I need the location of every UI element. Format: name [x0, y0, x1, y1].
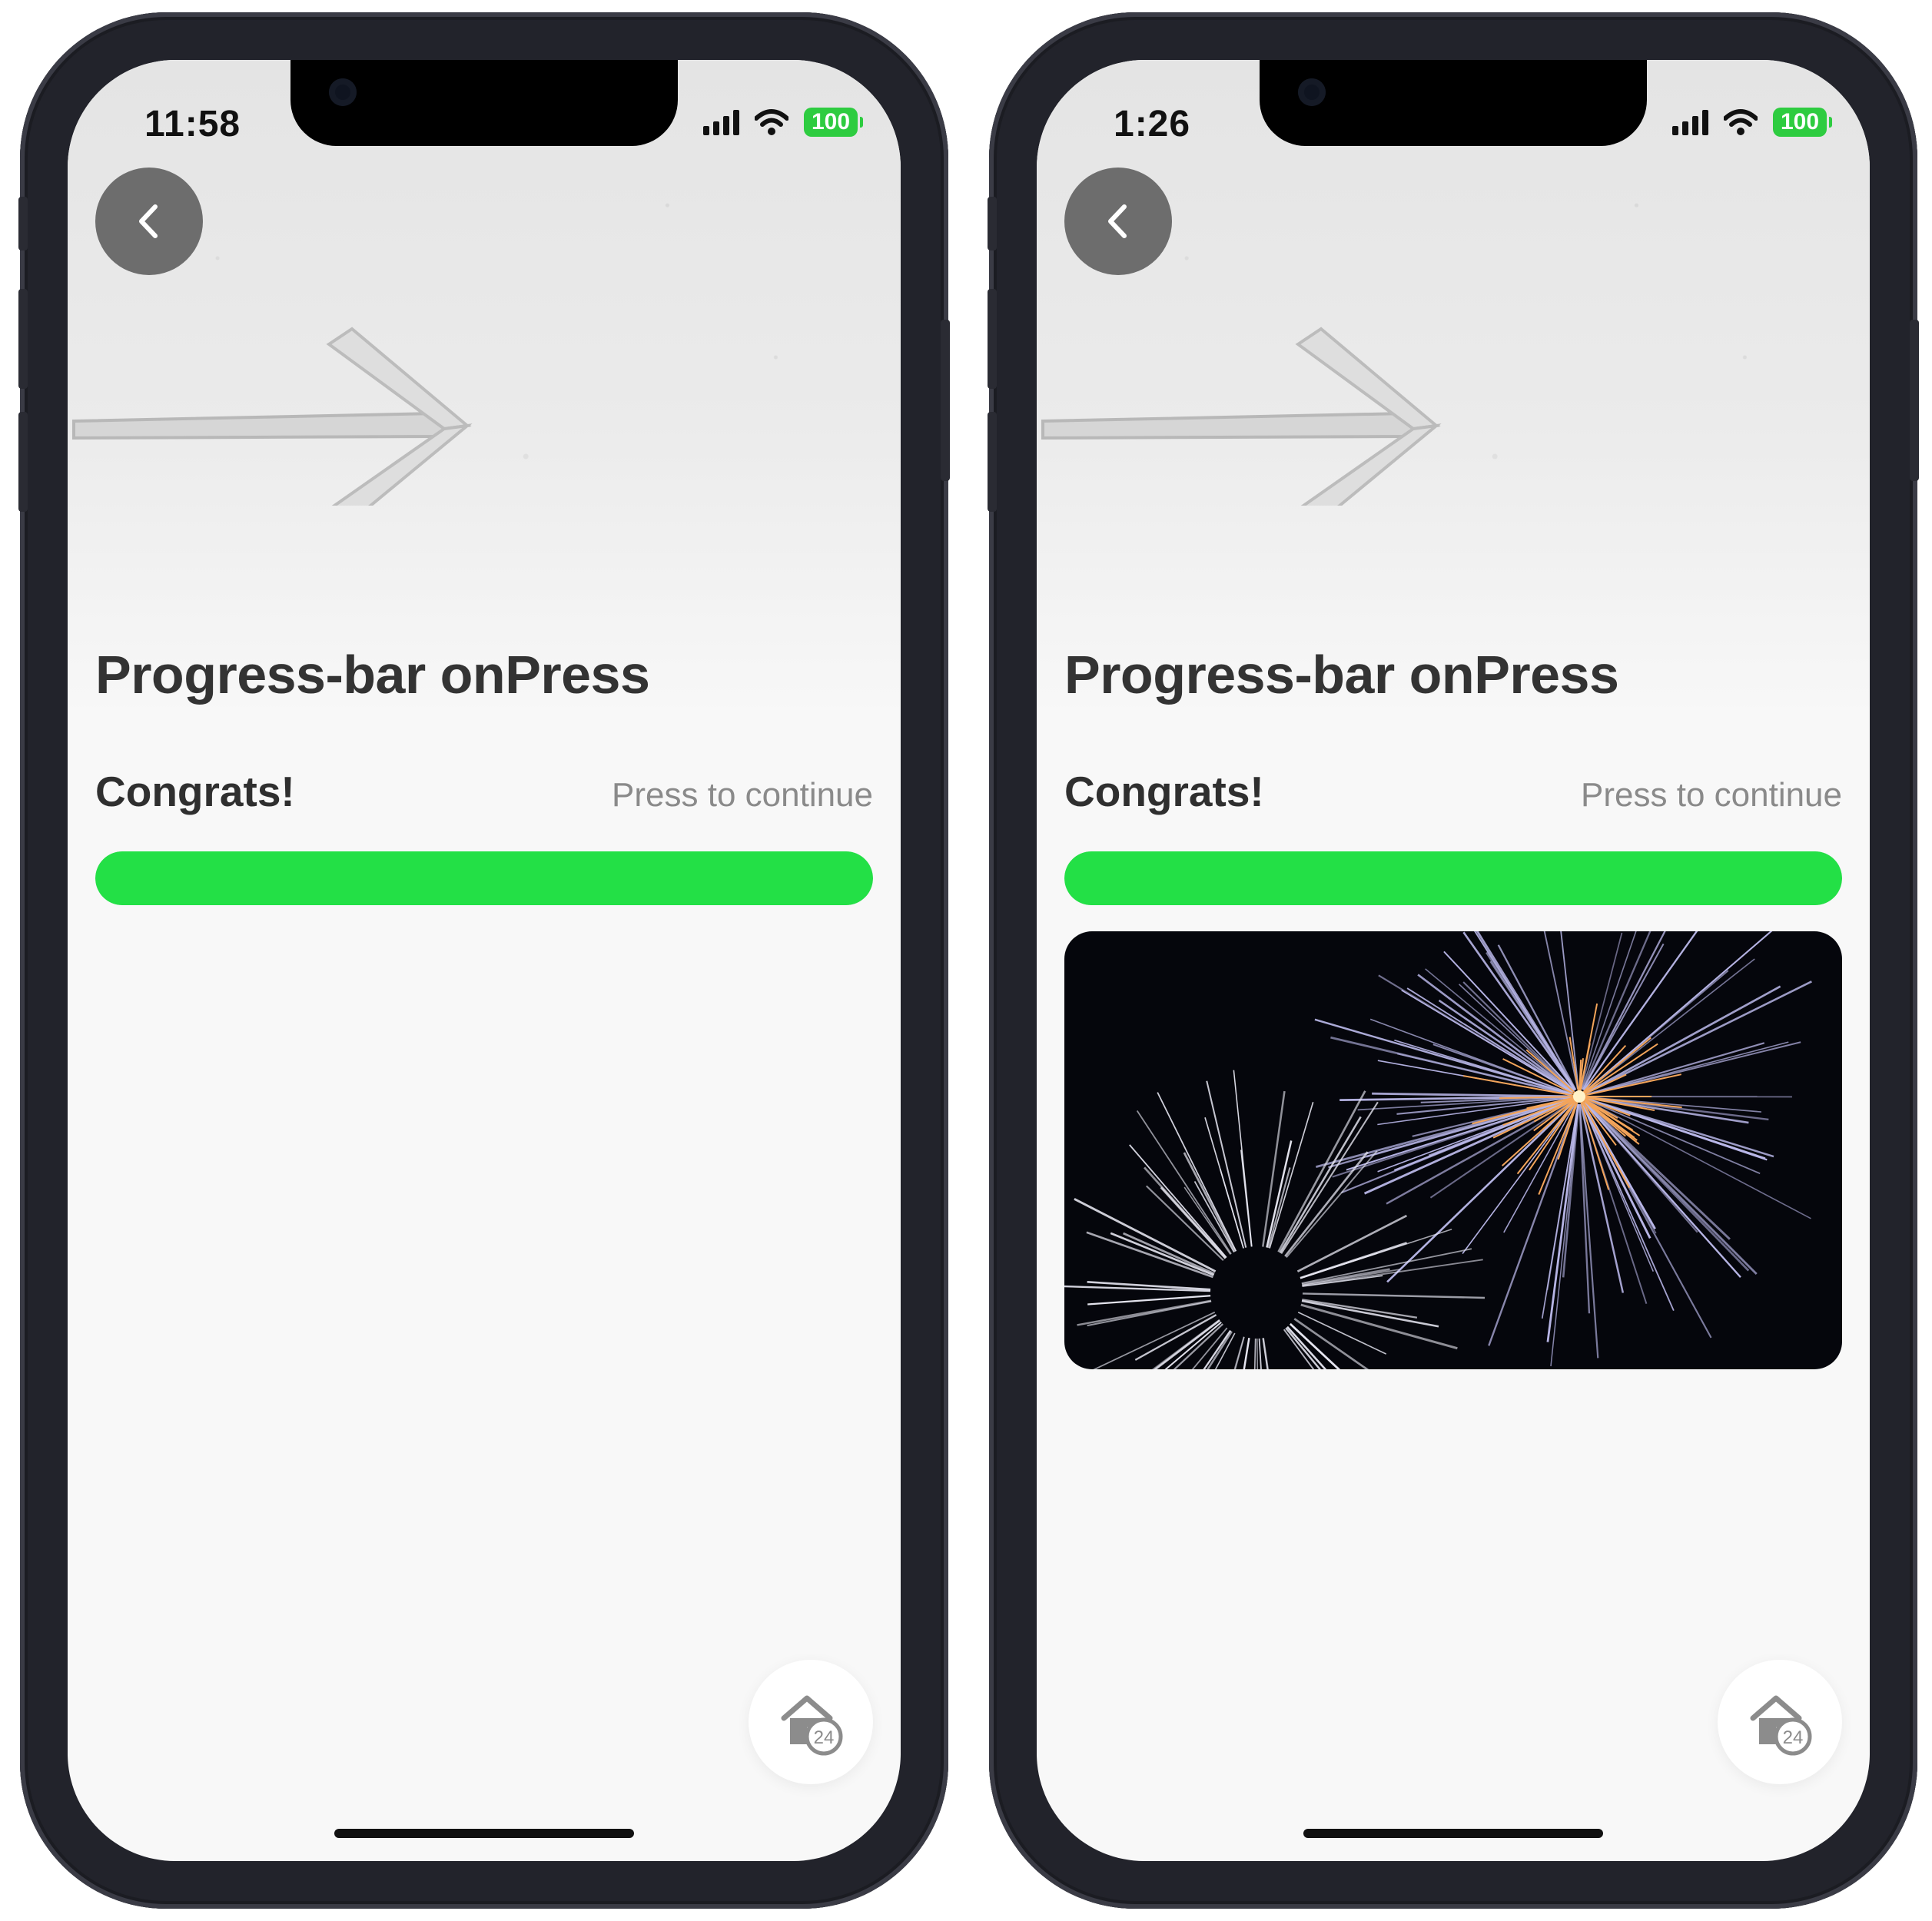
- status-icons: 100: [1672, 108, 1832, 137]
- firework-streak: [1136, 1110, 1232, 1255]
- firework-streak: [1193, 1181, 1235, 1253]
- firework-streak: [1301, 1299, 1439, 1328]
- firework-streak: [1582, 931, 1666, 1090]
- wifi-icon: [1724, 109, 1758, 135]
- firework-streak: [1378, 974, 1574, 1093]
- home-indicator[interactable]: [334, 1829, 634, 1838]
- firework-streak: [1583, 1101, 1750, 1272]
- hero-image-arrow: [1037, 60, 1870, 721]
- home-24-icon: 24: [781, 1695, 843, 1756]
- progress-hint: Press to continue: [612, 776, 873, 814]
- notch: [290, 60, 678, 146]
- status-time: 1:26: [1114, 104, 1191, 144]
- firework-streak: [1301, 1248, 1472, 1284]
- home-24-icon: 24: [1750, 1695, 1812, 1756]
- home-fab-button[interactable]: 24: [749, 1660, 873, 1784]
- firework-streak: [1302, 1292, 1486, 1299]
- back-button[interactable]: [95, 168, 203, 275]
- firework-streak: [1302, 1259, 1483, 1287]
- home-indicator[interactable]: [1303, 1829, 1603, 1838]
- fab-badge-text: 24: [1783, 1727, 1804, 1748]
- fireworks-image: [1064, 931, 1842, 1369]
- arrow-illustration: [72, 327, 473, 506]
- firework-streak: [1585, 980, 1812, 1094]
- firework-core: [1573, 1090, 1585, 1103]
- volume-up-button: [18, 289, 28, 389]
- progress-fill: [1064, 851, 1842, 905]
- page-title: Progress-bar onPress: [95, 645, 650, 705]
- firework-streak: [1110, 1232, 1214, 1276]
- firework-streak: [1290, 1323, 1340, 1369]
- firework-streak: [1302, 1299, 1418, 1319]
- power-button: [1910, 320, 1919, 481]
- status-time: 11:58: [144, 104, 241, 144]
- mute-switch: [18, 197, 28, 250]
- firework-streak: [1585, 985, 1781, 1094]
- firework-streak: [1262, 1338, 1269, 1369]
- firework-streak: [1417, 974, 1574, 1093]
- volume-down-button: [988, 412, 997, 512]
- firework-streak: [1087, 1295, 1211, 1306]
- mute-switch: [988, 197, 997, 250]
- front-camera: [1298, 78, 1326, 106]
- firework-streak: [1474, 931, 1576, 1091]
- firework-streak: [1550, 1103, 1579, 1367]
- firework-streak: [1086, 1231, 1213, 1279]
- firework-streak: [1297, 1311, 1387, 1355]
- chevron-left-icon: [1108, 204, 1127, 238]
- screen: 1:26 100 Progress-bar onPress Congrats! …: [1037, 60, 1870, 1861]
- progress-bar[interactable]: [95, 851, 873, 905]
- back-button[interactable]: [1064, 168, 1172, 275]
- status-icons: 100: [703, 108, 863, 137]
- progress-bar[interactable]: [1064, 851, 1842, 905]
- screen: 11:58 100 Progress-bar onPress Congrats!…: [68, 60, 901, 1861]
- firework-streak: [1203, 1329, 1232, 1369]
- progress-label: Congrats!: [95, 768, 295, 815]
- hero-image-arrow: [68, 60, 901, 721]
- firework-streak: [1253, 1338, 1256, 1369]
- progress-header: Congrats! Press to continue: [95, 767, 873, 816]
- notch: [1260, 60, 1647, 146]
- progress-header: Congrats! Press to continue: [1064, 767, 1842, 816]
- firework-streak: [1233, 1070, 1253, 1247]
- firework-streak: [1206, 1080, 1247, 1248]
- battery-indicator: 100: [804, 108, 863, 137]
- battery-indicator: 100: [1773, 108, 1832, 137]
- progress-hint: Press to continue: [1581, 776, 1842, 814]
- page-title: Progress-bar onPress: [1064, 645, 1619, 705]
- firework-streak: [1284, 1151, 1369, 1257]
- progress-fill: [95, 851, 873, 905]
- firework-streak: [1280, 1101, 1379, 1254]
- cellular-signal-icon: [1672, 109, 1708, 135]
- home-fab-button[interactable]: 24: [1718, 1660, 1842, 1784]
- power-button: [941, 320, 950, 481]
- firework-streak: [1285, 1327, 1322, 1369]
- volume-up-button: [988, 289, 997, 389]
- volume-down-button: [18, 412, 28, 512]
- phone-frame-left: 11:58 100 Progress-bar onPress Congrats!…: [18, 12, 950, 1909]
- cellular-signal-icon: [703, 109, 739, 135]
- progress-label: Congrats!: [1064, 768, 1264, 815]
- firework-streak: [1262, 1090, 1286, 1247]
- firework-streak: [1586, 1041, 1801, 1096]
- phone-frame-right: 1:26 100 Progress-bar onPress Congrats! …: [988, 12, 1919, 1909]
- fab-badge-text: 24: [814, 1727, 835, 1748]
- front-camera: [329, 78, 357, 106]
- firework-streak: [1372, 1092, 1572, 1098]
- firework-streak: [1583, 1101, 1741, 1278]
- firework-streak: [1486, 951, 1576, 1091]
- chevron-left-icon: [139, 204, 158, 238]
- firework-streak: [1256, 1338, 1259, 1369]
- fireworks-illustration: [1064, 931, 1812, 1369]
- firework-streak: [1585, 1099, 1811, 1219]
- wifi-icon: [755, 109, 788, 135]
- arrow-illustration: [1041, 327, 1442, 506]
